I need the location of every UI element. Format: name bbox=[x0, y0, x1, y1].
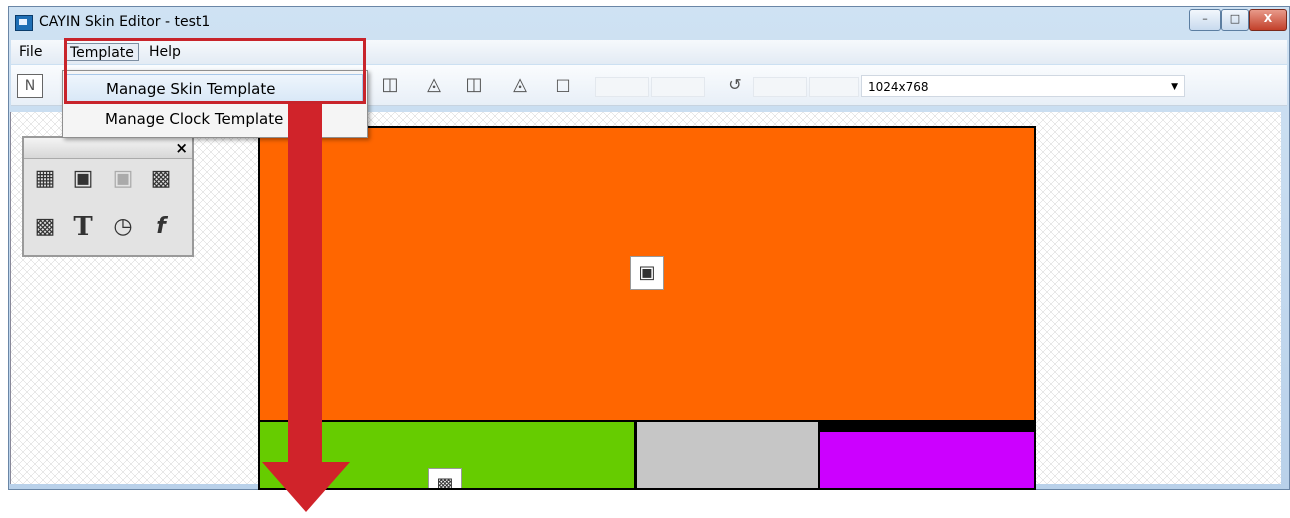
zone-gray[interactable] bbox=[637, 422, 818, 488]
align-right-icon[interactable]: ◬ bbox=[505, 71, 535, 99]
skin-canvas[interactable]: ▣ ▩ bbox=[258, 126, 1036, 490]
dropdown-arrow-icon: ▼ bbox=[1171, 82, 1178, 92]
maximize-button[interactable]: □ bbox=[1221, 9, 1249, 31]
minimize-button[interactable]: – bbox=[1189, 9, 1221, 31]
video-zone-1[interactable]: ▣ bbox=[260, 128, 1034, 420]
annotation-arrow-head bbox=[262, 462, 350, 512]
resolution-select[interactable]: 1024x768 ▼ bbox=[861, 75, 1185, 97]
media2-zone-icon[interactable]: ▩ bbox=[30, 212, 60, 242]
new-file-icon[interactable]: N bbox=[17, 74, 43, 98]
image-zone-icon[interactable]: ▦ bbox=[30, 164, 60, 194]
window-title: CAYIN Skin Editor - test1 bbox=[39, 14, 211, 30]
palette-close-icon[interactable]: × bbox=[175, 139, 188, 157]
align-left-icon[interactable]: ◫ bbox=[459, 71, 489, 99]
video1-zone-icon[interactable]: ▣ bbox=[68, 164, 98, 194]
annotation-highlight-box bbox=[64, 38, 366, 104]
align-top-icon[interactable]: ◫ bbox=[375, 71, 405, 99]
position-icon[interactable]: ↺ bbox=[723, 71, 747, 99]
video-zone-icon: ▣ bbox=[630, 256, 664, 290]
media-zone-icon: ▩ bbox=[428, 468, 462, 488]
media1-zone-icon[interactable]: ▩ bbox=[146, 164, 176, 194]
title-bar[interactable]: CAYIN Skin Editor - test1 – □ X bbox=[9, 7, 1289, 39]
annotation-arrow-shaft bbox=[288, 104, 322, 464]
height-field[interactable] bbox=[651, 77, 705, 97]
zone-purple[interactable] bbox=[820, 432, 1034, 488]
close-button[interactable]: X bbox=[1249, 9, 1287, 31]
tool-palette: × ▦ ▣ ▣ ▩ ▩ T ◷ f bbox=[22, 136, 194, 257]
text-zone-icon[interactable]: T bbox=[68, 212, 98, 242]
palette-header[interactable]: × bbox=[24, 138, 192, 159]
clock-zone-icon[interactable]: ◷ bbox=[108, 212, 138, 242]
video2-zone-icon[interactable]: ▣ bbox=[108, 164, 138, 194]
menu-file[interactable]: File bbox=[15, 43, 46, 61]
y-field[interactable] bbox=[809, 77, 859, 97]
app-logo-icon bbox=[15, 15, 33, 31]
size-icon[interactable]: □ bbox=[551, 71, 575, 99]
flash-zone-icon[interactable]: f bbox=[146, 212, 176, 242]
align-bottom-icon[interactable]: ◬ bbox=[419, 71, 449, 99]
x-field[interactable] bbox=[753, 77, 807, 97]
width-field[interactable] bbox=[595, 77, 649, 97]
resolution-value: 1024x768 bbox=[868, 80, 929, 94]
